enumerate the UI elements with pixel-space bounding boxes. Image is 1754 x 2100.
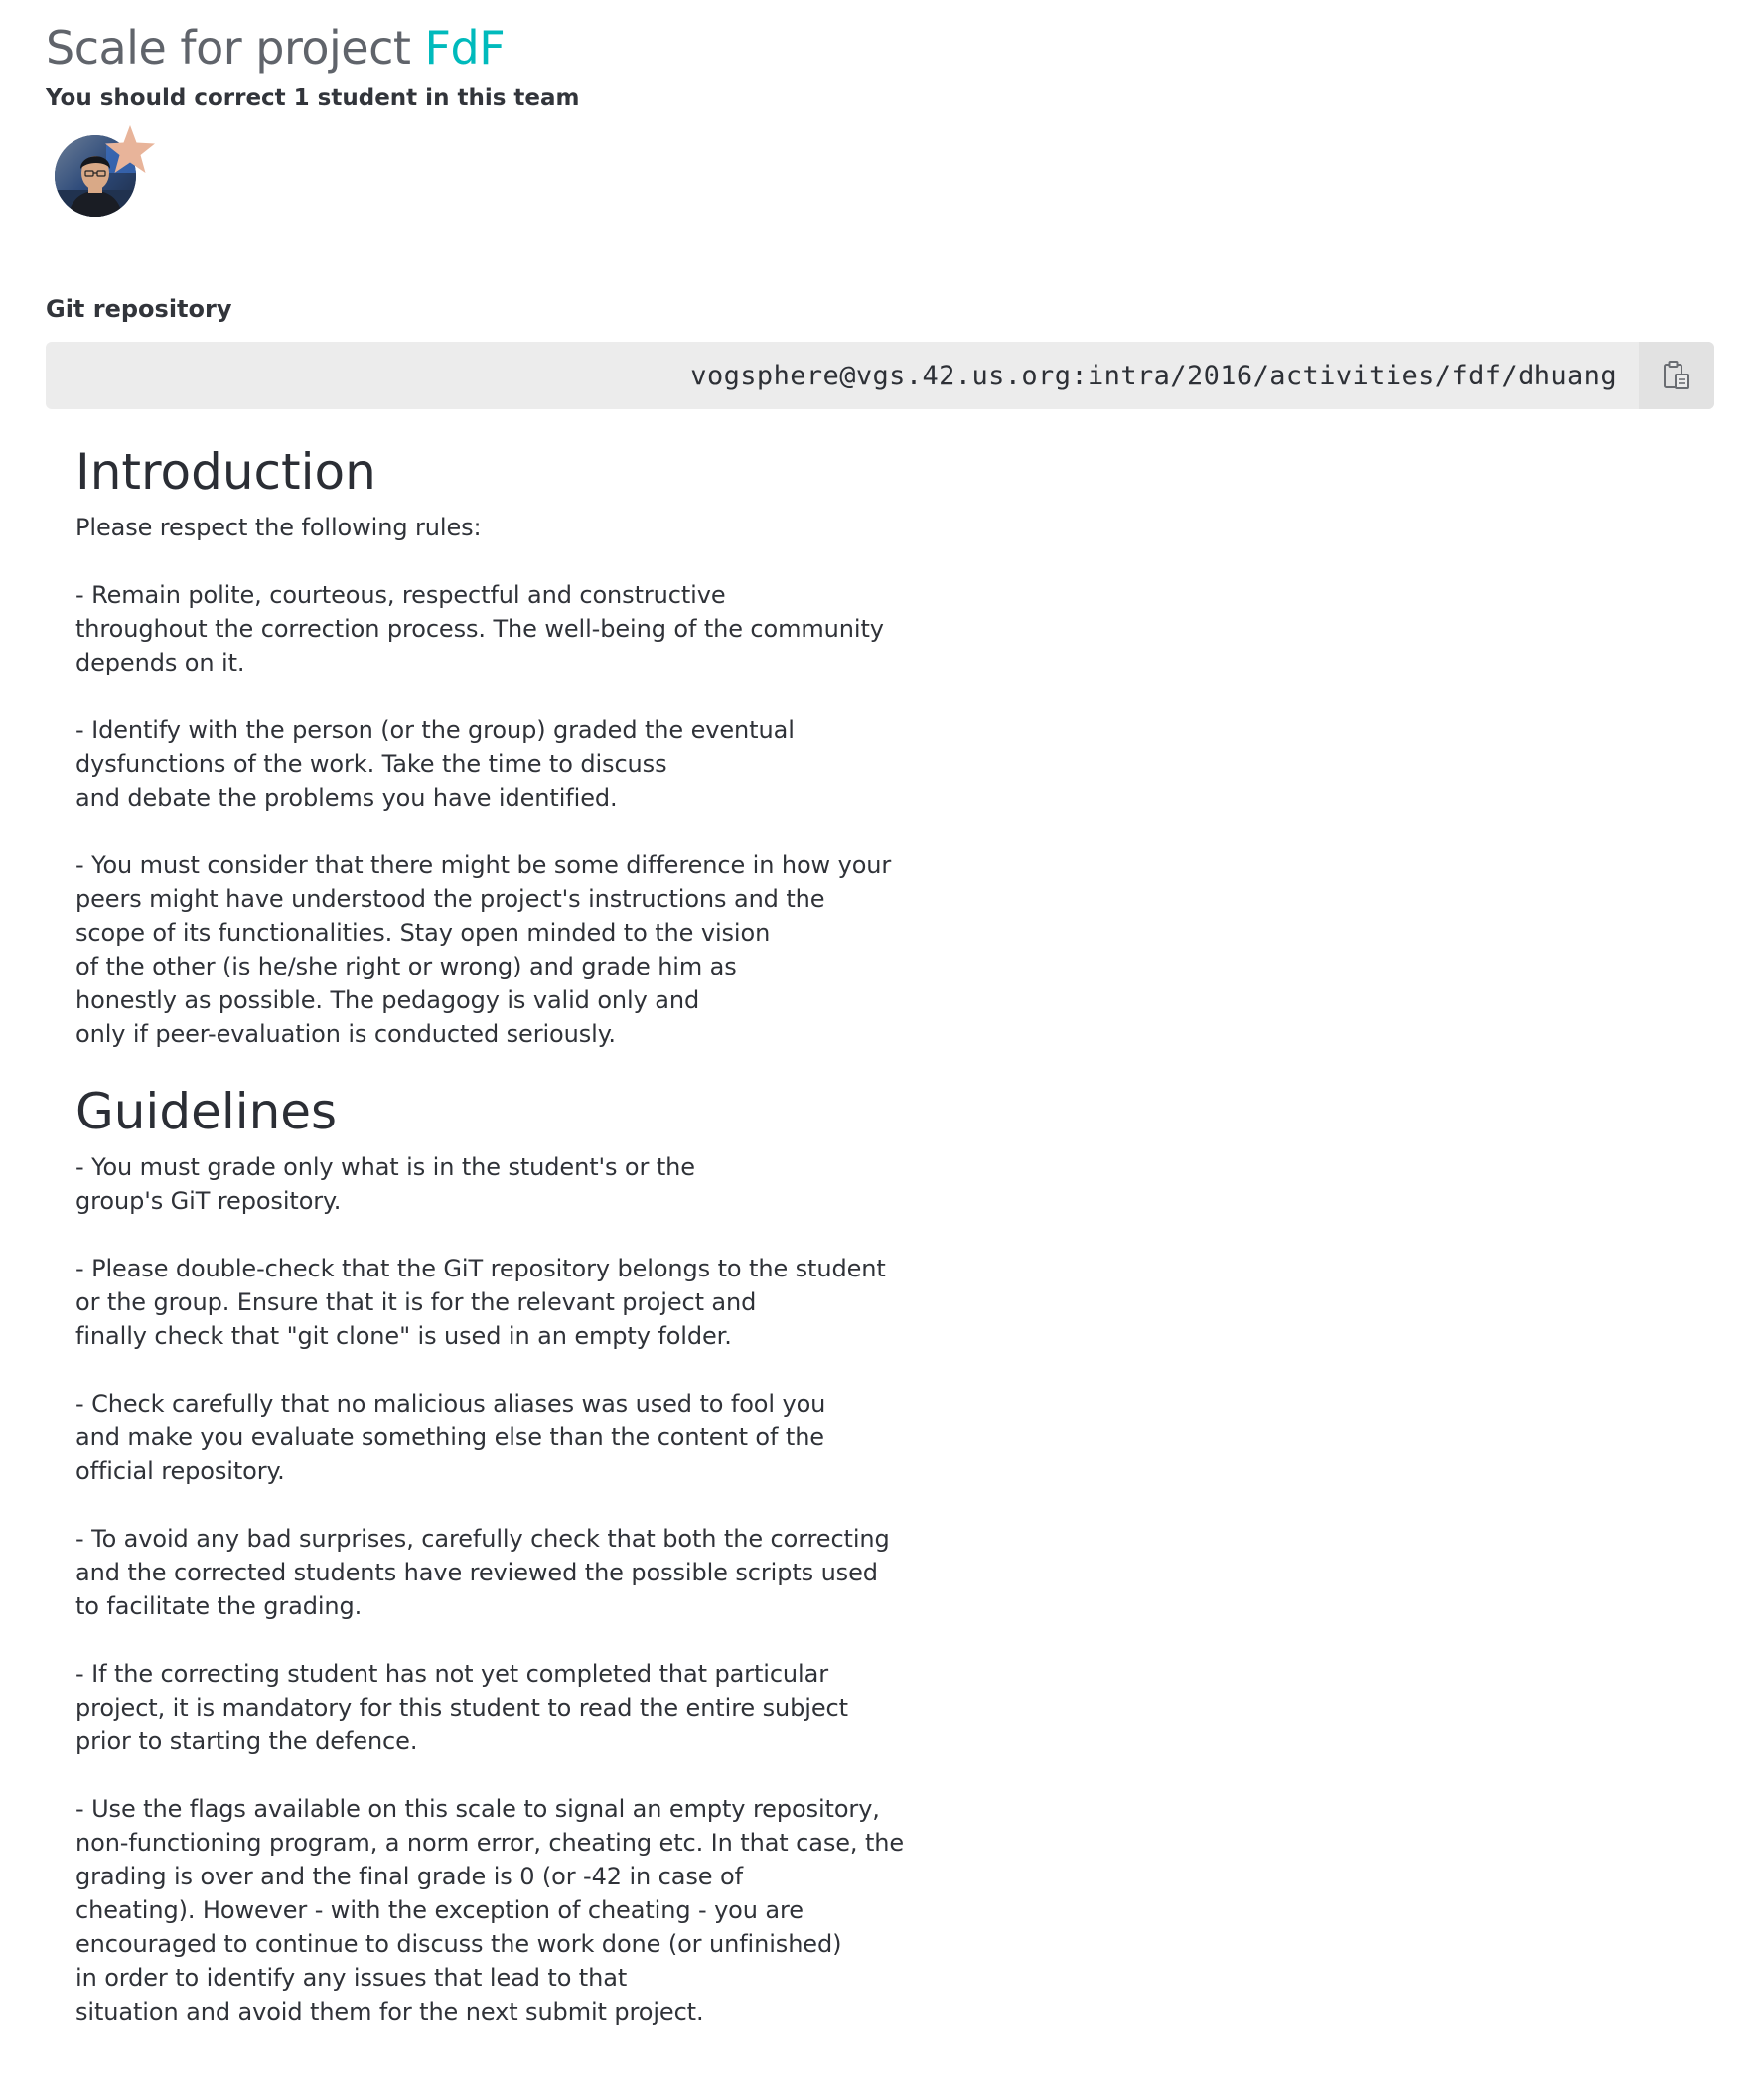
introduction-heading: Introduction: [75, 443, 376, 501]
guidelines-heading: Guidelines: [75, 1083, 338, 1140]
team-leader-star-icon: [105, 125, 155, 173]
scale-page: Scale for project FdF You should correct…: [46, 18, 1720, 2028]
introduction-text: Please respect the following rules: - Re…: [75, 514, 892, 1048]
clipboard-icon: [1664, 361, 1689, 389]
project-name[interactable]: FdF: [425, 21, 506, 75]
title-prefix: Scale for project: [46, 21, 411, 75]
page-title: Scale for project FdF: [46, 18, 1720, 77]
git-repository-url[interactable]: vogsphere@vgs.42.us.org:intra/2016/activ…: [46, 342, 1639, 409]
copy-repository-button[interactable]: [1639, 342, 1714, 409]
scale-content: Introduction Please respect the followin…: [75, 441, 930, 2028]
git-repository-box: vogsphere@vgs.42.us.org:intra/2016/activ…: [46, 342, 1714, 409]
team-members: [46, 123, 155, 223]
git-repository-label: Git repository: [46, 295, 232, 323]
guidelines-text: - You must grade only what is in the stu…: [75, 1153, 905, 2025]
team-note: You should correct 1 student in this tea…: [46, 85, 580, 111]
